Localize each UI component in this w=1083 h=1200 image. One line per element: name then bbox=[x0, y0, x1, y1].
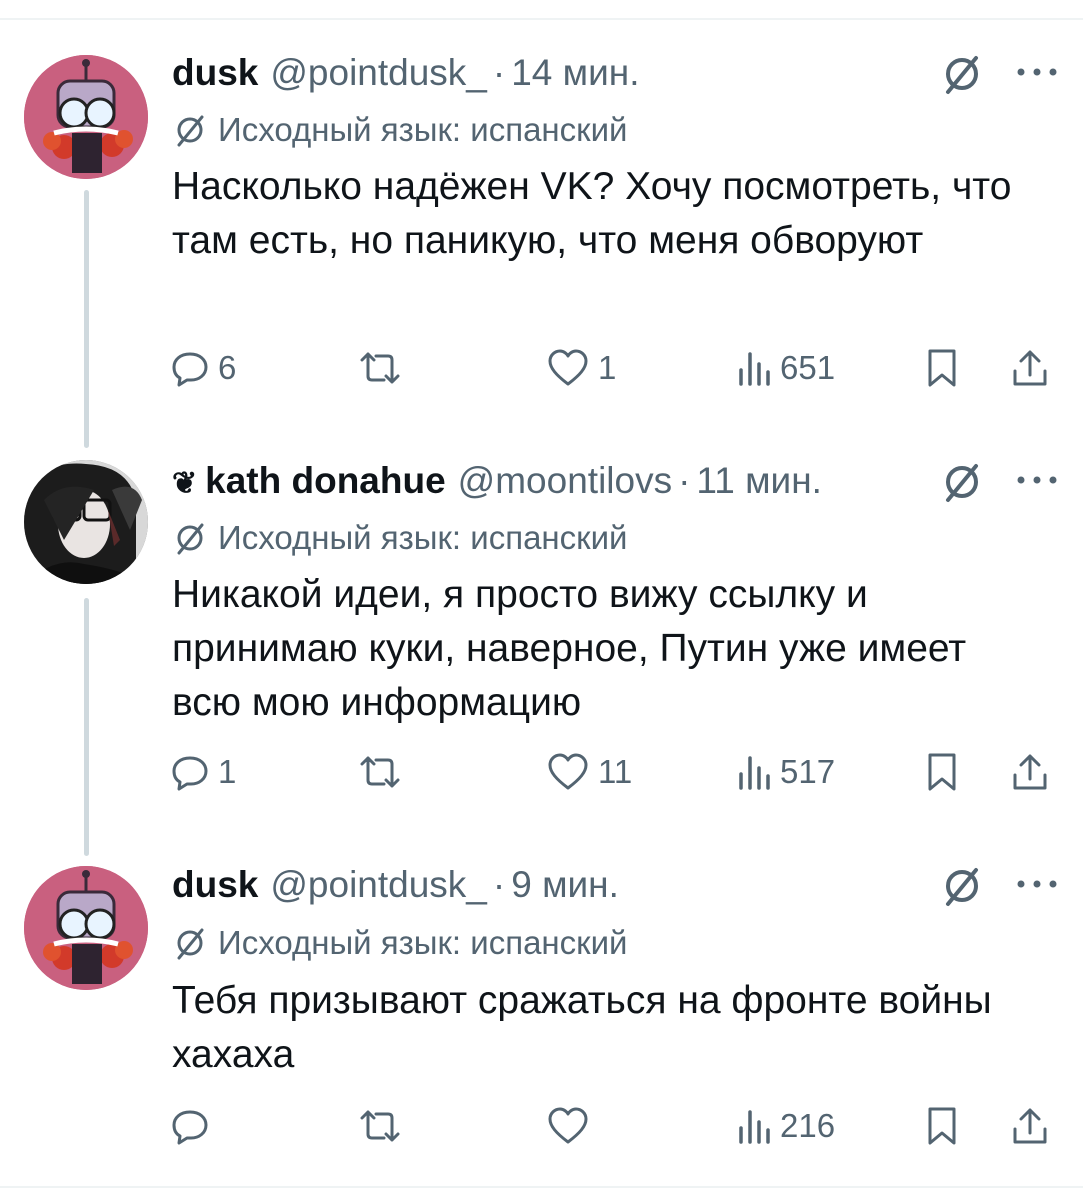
separator: · bbox=[492, 864, 506, 905]
handle[interactable]: @pointdusk_ bbox=[270, 52, 487, 94]
avatar[interactable] bbox=[24, 866, 148, 990]
retweet-button[interactable] bbox=[356, 748, 412, 796]
timestamp[interactable]: 14 мин. bbox=[511, 52, 639, 94]
bottom-divider bbox=[0, 1186, 1083, 1188]
retweet-button[interactable] bbox=[356, 344, 412, 392]
grok-icon[interactable] bbox=[940, 864, 984, 908]
avatar-image bbox=[24, 55, 148, 179]
bookmark-icon bbox=[928, 349, 956, 387]
view-count: 216 bbox=[780, 1107, 836, 1144]
retweet-icon bbox=[360, 352, 400, 384]
tweet-header: dusk @pointdusk_ · 9 мин. bbox=[172, 864, 619, 906]
reply-button[interactable] bbox=[170, 1102, 218, 1150]
tweet-actions: 1 11 517 bbox=[170, 748, 1060, 796]
avatar[interactable] bbox=[24, 460, 148, 584]
reply-button[interactable]: 1 bbox=[170, 748, 236, 796]
share-icon bbox=[1013, 350, 1047, 386]
more-icon[interactable] bbox=[1012, 470, 1062, 490]
heart-icon bbox=[548, 753, 588, 790]
grok-icon bbox=[177, 115, 204, 147]
retweet-button[interactable] bbox=[356, 1102, 412, 1150]
translation-note[interactable]: Исходный язык: испанский bbox=[172, 519, 628, 556]
name-badge-icon: ❦ bbox=[172, 467, 198, 500]
tweet-text: Насколько надёжен VK? Хочу посмотреть, ч… bbox=[172, 165, 1012, 262]
share-button[interactable] bbox=[1010, 344, 1050, 392]
grok-icon bbox=[177, 928, 204, 960]
translation-label: Исходный язык: испанский bbox=[218, 924, 628, 961]
like-button[interactable]: 1 bbox=[546, 344, 616, 392]
heart-icon bbox=[548, 1107, 588, 1144]
share-icon bbox=[1013, 754, 1047, 790]
bookmark-icon bbox=[928, 753, 956, 791]
views-button[interactable]: 651 bbox=[736, 344, 835, 392]
thread-line bbox=[84, 190, 89, 448]
bookmark-button[interactable] bbox=[924, 1102, 960, 1150]
reply-button[interactable]: 6 bbox=[170, 344, 236, 392]
translation-note[interactable]: Исходный язык: испанский bbox=[172, 924, 628, 961]
analytics-icon bbox=[739, 352, 770, 386]
timestamp[interactable]: 11 мин. bbox=[696, 460, 822, 502]
translation-label: Исходный язык: испанский bbox=[218, 111, 628, 148]
bookmark-button[interactable] bbox=[924, 748, 960, 796]
display-name[interactable]: dusk bbox=[172, 864, 258, 906]
reply-count: 1 bbox=[218, 753, 237, 790]
view-count: 517 bbox=[780, 753, 836, 790]
reply-icon bbox=[172, 756, 208, 791]
separator: · bbox=[492, 52, 506, 93]
grok-icon[interactable] bbox=[940, 52, 984, 96]
reply-icon bbox=[172, 1110, 208, 1145]
tweet-header: dusk @pointdusk_ · 14 мин. bbox=[172, 52, 639, 94]
views-button[interactable]: 517 bbox=[736, 748, 835, 796]
grok-icon[interactable] bbox=[940, 460, 984, 504]
retweet-icon bbox=[360, 756, 400, 788]
display-name[interactable]: kath donahue bbox=[205, 460, 446, 502]
reply-count: 6 bbox=[218, 349, 237, 386]
share-icon bbox=[1013, 1108, 1047, 1144]
thread-line bbox=[84, 598, 89, 856]
translation-label: Исходный язык: испанский bbox=[218, 519, 628, 556]
retweet-icon bbox=[360, 1110, 400, 1142]
analytics-icon bbox=[739, 1110, 770, 1144]
view-count: 651 bbox=[780, 349, 836, 386]
heart-icon bbox=[548, 349, 588, 386]
views-button[interactable]: 216 bbox=[736, 1102, 835, 1150]
bookmark-icon bbox=[928, 1107, 956, 1145]
like-count: 1 bbox=[598, 349, 617, 386]
like-button[interactable]: 11 bbox=[546, 748, 632, 796]
tweet-text: Тебя призывают сражаться на фронте войны… bbox=[172, 979, 992, 1076]
avatar-image bbox=[24, 460, 148, 584]
avatar-image bbox=[24, 866, 148, 990]
share-button[interactable] bbox=[1010, 1102, 1050, 1150]
share-button[interactable] bbox=[1010, 748, 1050, 796]
translation-note[interactable]: Исходный язык: испанский bbox=[172, 111, 628, 148]
handle[interactable]: @pointdusk_ bbox=[270, 864, 487, 906]
avatar[interactable] bbox=[24, 55, 148, 179]
analytics-icon bbox=[739, 756, 770, 790]
handle[interactable]: @moontilovs bbox=[458, 460, 672, 502]
bookmark-button[interactable] bbox=[924, 344, 960, 392]
more-icon[interactable] bbox=[1012, 874, 1062, 894]
tweet-text: Никакой идеи, я просто вижу ссылку и при… bbox=[172, 573, 967, 724]
like-count: 11 bbox=[598, 753, 633, 790]
tweet-actions: 6 1 651 bbox=[170, 344, 1060, 392]
top-divider bbox=[0, 18, 1083, 20]
grok-icon bbox=[177, 523, 204, 555]
separator: · bbox=[678, 460, 691, 501]
timestamp[interactable]: 9 мин. bbox=[511, 864, 619, 906]
more-icon[interactable] bbox=[1012, 62, 1062, 82]
reply-icon bbox=[172, 352, 208, 387]
tweet-actions: 216 bbox=[170, 1102, 1060, 1150]
tweet-header: ❦ kath donahue @moontilovs · 11 мин. bbox=[172, 460, 822, 502]
like-button[interactable] bbox=[546, 1102, 598, 1150]
display-name[interactable]: dusk bbox=[172, 52, 258, 94]
